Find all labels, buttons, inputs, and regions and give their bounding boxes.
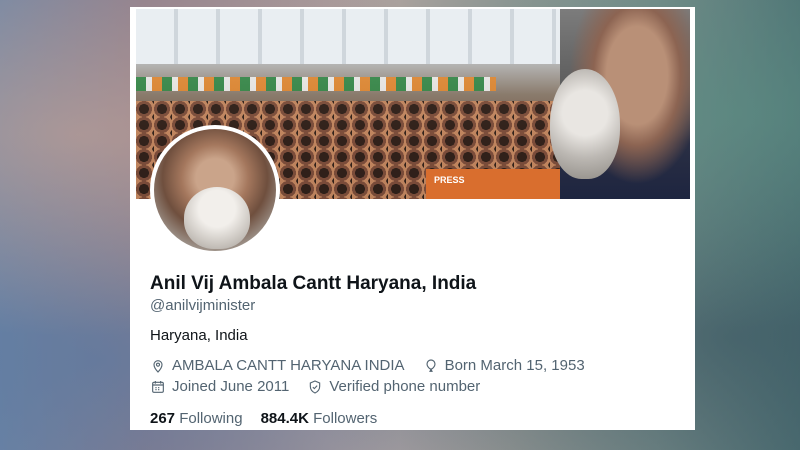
avatar[interactable] [150,125,280,255]
born-text: Born March 15, 1953 [444,357,585,374]
banner-press-table: PRESS [426,169,576,199]
profile-card: PRESS Anil Vij Ambala Cantt Haryana, Ind… [130,7,695,430]
followers-label: Followers [313,410,378,427]
shield-check-icon [310,379,321,394]
meta-row-1: AMBALA CANTT HARYANA INDIA Born March 15… [150,357,585,374]
banner-garland [136,77,496,91]
balloon-icon [426,358,436,372]
verified-phone-text: Verified phone number [329,378,481,395]
follow-stats: 267 Following 884.4K Followers [150,410,377,427]
following-label: Following [179,410,243,427]
calendar-icon [152,380,164,393]
bio-text: Haryana, India [150,327,248,344]
verified-phone-item: Verified phone number [307,378,480,395]
following-count: 267 [150,410,176,427]
meta-row-2: Joined June 2011 Verified phone number [150,378,480,395]
display-name: Anil Vij Ambala Cantt Haryana, India [150,273,477,294]
followers-link[interactable]: 884.4K Followers [261,410,378,427]
born-item: Born March 15, 1953 [423,357,585,374]
joined-item: Joined June 2011 [150,378,289,395]
followers-count: 884.4K [260,410,309,427]
following-link[interactable]: 267 Following [150,410,243,427]
banner-press-text: PRESS [434,175,465,185]
location-text: AMBALA CANTT HARYANA INDIA [172,357,405,374]
location-item: AMBALA CANTT HARYANA INDIA [150,357,405,374]
user-handle: @anilvijminister [150,297,256,314]
banner-speaker-beard [550,69,620,179]
joined-text: Joined June 2011 [172,378,290,395]
avatar-beard [184,187,250,249]
location-pin-icon [153,359,163,373]
